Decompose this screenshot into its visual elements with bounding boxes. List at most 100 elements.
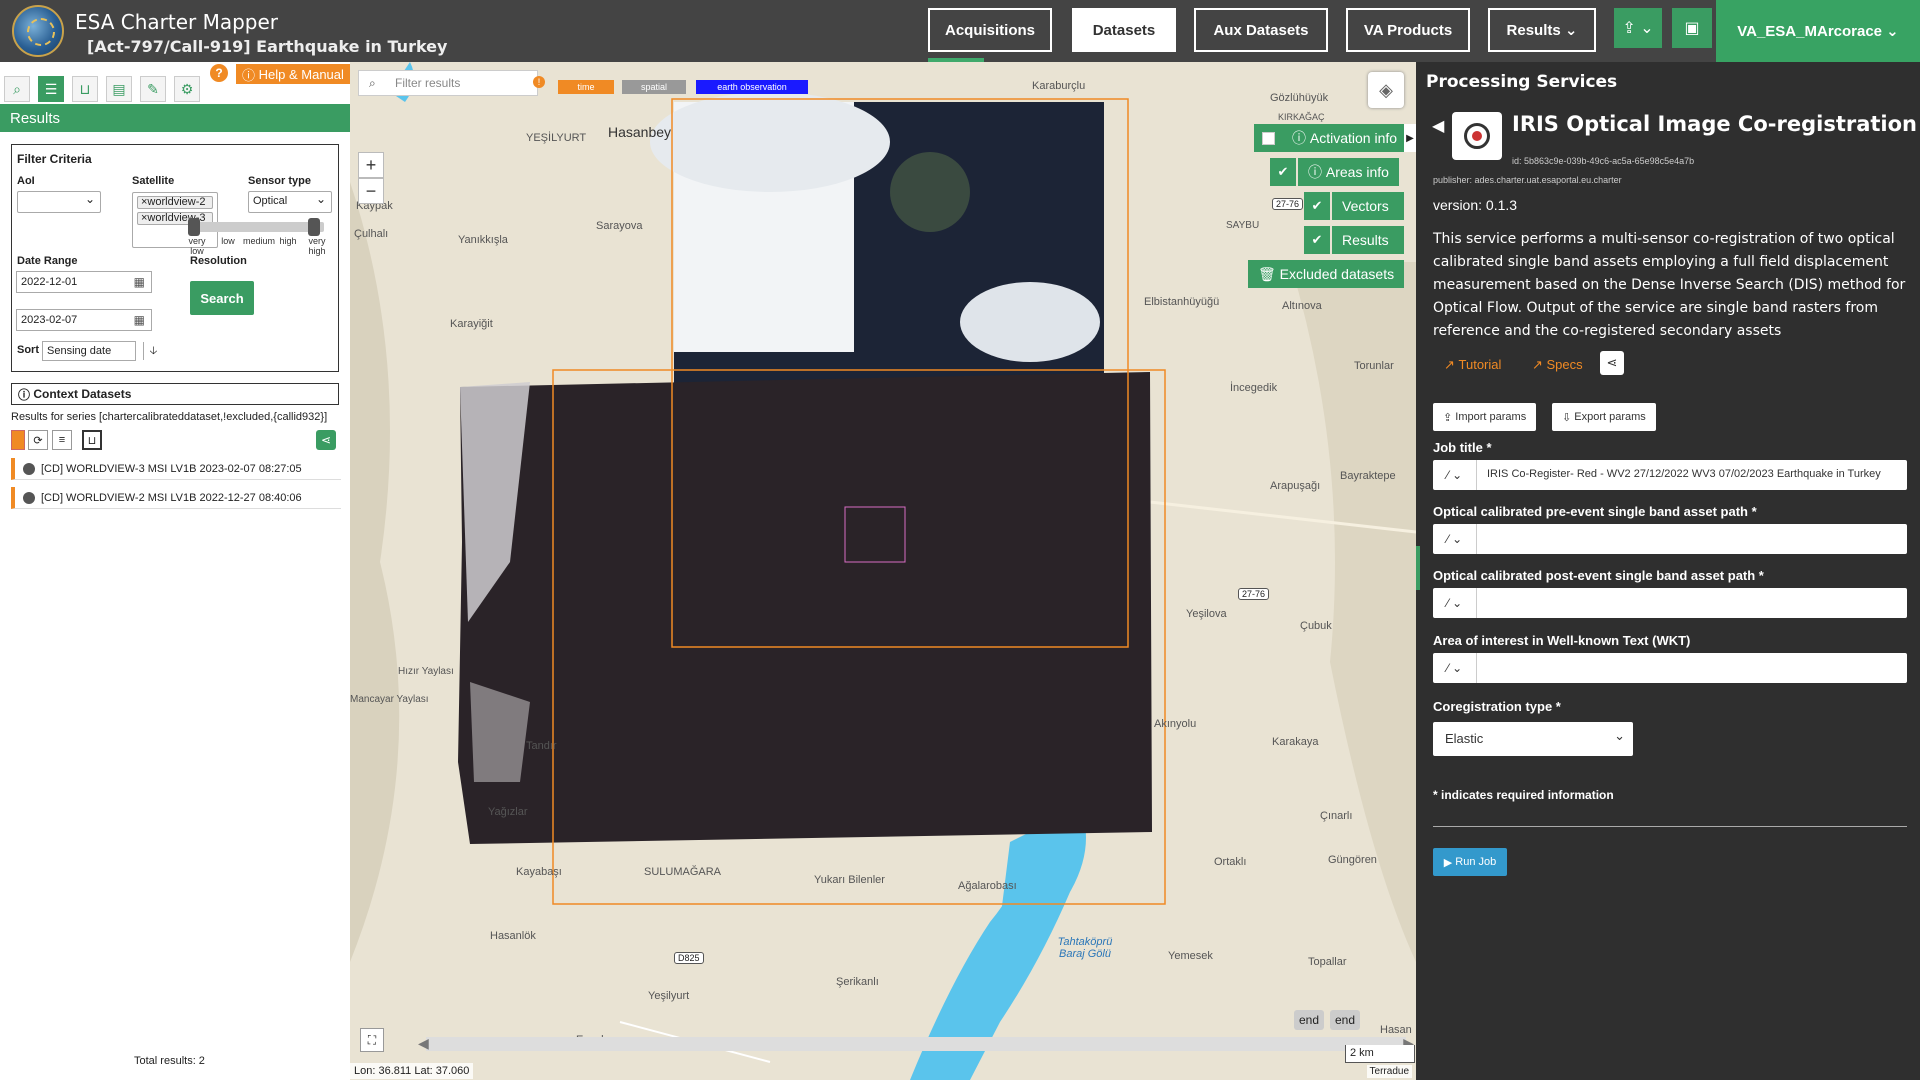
place-label: Hasanlök bbox=[490, 930, 536, 942]
magic-wand-icon[interactable]: ⁄ ⌄ bbox=[1433, 524, 1477, 554]
results-check-icon[interactable]: ✔ bbox=[1304, 226, 1330, 254]
add-to-basket-icon[interactable]: ⊔ bbox=[82, 430, 102, 450]
coregistration-type-select[interactable]: Elastic bbox=[1433, 722, 1633, 756]
download-icon: ⇩ bbox=[1562, 411, 1575, 424]
sort-direction-icon[interactable]: 🡣 bbox=[143, 342, 163, 360]
list-item[interactable]: [CD] WORLDVIEW-2 MSI LV1B 2022-12-27 08:… bbox=[11, 487, 341, 509]
upload-icon[interactable]: ⇪ ⌄ bbox=[1614, 8, 1662, 48]
info-icon: ⓘ bbox=[1292, 130, 1310, 146]
date-from-input[interactable]: 2022-12-01 ▦ bbox=[16, 271, 152, 293]
nav-acquisitions[interactable]: Acquisitions bbox=[928, 8, 1052, 52]
zoom-in-button[interactable]: + bbox=[358, 152, 384, 178]
timeline-bar[interactable]: ◀ ▶ bbox=[418, 1035, 1414, 1051]
play-icon: ▶ bbox=[1443, 856, 1456, 869]
activation-info-checkbox[interactable] bbox=[1254, 124, 1282, 152]
magic-wand-icon[interactable]: ⁄ ⌄ bbox=[1433, 460, 1477, 490]
app-title: ESA Charter Mapper bbox=[75, 10, 279, 34]
share-icon[interactable]: ⋖ bbox=[316, 430, 336, 450]
user-menu[interactable]: VA_ESA_MArcorace ⌄ bbox=[1716, 0, 1920, 62]
tutorial-link[interactable]: ↗ Tutorial bbox=[1444, 357, 1501, 373]
pre-event-input[interactable]: ⁄ ⌄ bbox=[1433, 524, 1907, 554]
archive-icon[interactable]: ▤ bbox=[106, 76, 132, 102]
timeline-end-marker[interactable]: end bbox=[1330, 1010, 1361, 1030]
tag-earth-observation[interactable]: earth observation bbox=[696, 80, 808, 94]
resolution-slider[interactable] bbox=[188, 218, 324, 236]
areas-info-button[interactable]: ⓘ Areas info bbox=[1298, 158, 1399, 186]
place-label: Torunlar bbox=[1354, 360, 1394, 372]
magic-wand-icon[interactable]: ⁄ ⌄ bbox=[1433, 653, 1477, 683]
date-from-value: 2022-12-01 bbox=[21, 276, 78, 288]
attribution: Terradue bbox=[1366, 1065, 1412, 1078]
magic-wand-icon[interactable]: ⁄ ⌄ bbox=[1433, 588, 1477, 618]
activation-info-button[interactable]: ⓘ Activation info bbox=[1282, 124, 1408, 152]
post-event-input[interactable]: ⁄ ⌄ bbox=[1433, 588, 1907, 618]
specs-link[interactable]: ↗ Specs bbox=[1532, 357, 1583, 373]
place-label: Hızır Yaylası bbox=[398, 666, 454, 677]
coregistration-type-label: Coregistration type * bbox=[1433, 699, 1561, 714]
info-icon: ⓘ bbox=[18, 387, 34, 402]
wkt-label: Area of interest in Well-known Text (WKT… bbox=[1433, 633, 1691, 648]
areas-info-label: Areas info bbox=[1325, 164, 1389, 180]
vectors-check-icon[interactable]: ✔ bbox=[1304, 192, 1330, 220]
date-to-input[interactable]: 2023-02-07 ▦ bbox=[16, 309, 152, 331]
map-view[interactable]: Karaburçlu Gözlühüyük Hasanbey YEŞİLYURT… bbox=[350, 62, 1416, 1080]
calendar-icon[interactable]: ▦ bbox=[134, 313, 145, 327]
filter-results-input[interactable]: ⌕ Filter results bbox=[358, 70, 538, 96]
sensor-type-select[interactable]: Optical bbox=[248, 191, 332, 213]
basket-icon[interactable]: ⊔ bbox=[72, 76, 98, 102]
place-label: Ortaklı bbox=[1214, 856, 1247, 868]
layers-icon[interactable]: ◈ bbox=[1368, 72, 1404, 108]
share-icon[interactable]: ⋖ bbox=[1600, 351, 1624, 375]
place-label: Elbistanhüyüğü bbox=[1144, 296, 1220, 308]
external-link-icon: ↗ bbox=[1444, 357, 1459, 372]
total-results: Total results: 2 bbox=[134, 1055, 205, 1067]
specs-label: Specs bbox=[1546, 357, 1583, 372]
list-icon[interactable]: ☰ bbox=[38, 76, 64, 102]
nav-va-products[interactable]: VA Products bbox=[1346, 8, 1470, 52]
resolution-max-handle[interactable] bbox=[308, 218, 320, 236]
satellite-tag-worldview-2[interactable]: ×worldview-2 bbox=[137, 196, 213, 209]
timeline-left-icon[interactable]: ◀ bbox=[418, 1035, 429, 1052]
list-item[interactable]: [CD] WORLDVIEW-3 MSI LV1B 2023-02-07 08:… bbox=[11, 458, 341, 480]
context-datasets-title: Context Datasets bbox=[33, 387, 132, 401]
context-datasets-header[interactable]: ⓘ Context Datasets bbox=[11, 383, 339, 405]
results-header: Results bbox=[0, 104, 350, 132]
zoom-out-button[interactable]: − bbox=[358, 178, 384, 204]
nav-datasets[interactable]: Datasets bbox=[1072, 8, 1176, 52]
pencil-icon[interactable]: ✎ bbox=[140, 76, 166, 102]
job-title-input[interactable]: ⁄ ⌄ IRIS Co-Register- Red - WV2 27/12/202… bbox=[1433, 460, 1907, 490]
expand-right-icon[interactable]: ▶ bbox=[1404, 124, 1416, 152]
list-view-icon[interactable]: ≡ bbox=[52, 430, 72, 450]
nav-aux-datasets[interactable]: Aux Datasets bbox=[1194, 8, 1328, 52]
export-params-button[interactable]: ⇩ Export params bbox=[1552, 403, 1656, 431]
service-name: IRIS Optical Image Co-registration bbox=[1512, 112, 1917, 136]
wkt-input[interactable]: ⁄ ⌄ bbox=[1433, 653, 1907, 683]
activation-info-label: Activation info bbox=[1309, 130, 1398, 146]
areas-info-check-icon[interactable]: ✔ bbox=[1270, 158, 1296, 186]
gear-icon[interactable]: ⚙ bbox=[174, 76, 200, 102]
calendar-icon[interactable]: ▦ bbox=[134, 275, 145, 289]
run-job-button[interactable]: ▶ Run Job bbox=[1433, 848, 1507, 876]
resolution-min-handle[interactable] bbox=[188, 218, 200, 236]
results-button[interactable]: Results bbox=[1332, 226, 1404, 254]
help-manual-button[interactable]: ⓘ Help & Manual bbox=[236, 64, 350, 84]
nav-results[interactable]: Results ⌄ bbox=[1488, 8, 1596, 52]
refresh-icon[interactable]: ⟳ bbox=[28, 430, 48, 450]
briefcase-icon[interactable]: ▣ bbox=[1672, 8, 1712, 48]
sort-select[interactable]: Sensing date 🡣 bbox=[42, 341, 157, 361]
question-icon[interactable]: ? bbox=[210, 64, 228, 82]
excluded-datasets-button[interactable]: 🗑 Excluded datasets bbox=[1248, 260, 1405, 288]
fullscreen-icon[interactable]: ⛶ bbox=[360, 1028, 384, 1052]
aoi-select[interactable] bbox=[17, 191, 101, 213]
tag-spatial[interactable]: spatial bbox=[622, 80, 686, 94]
search-icon[interactable]: ⌕ bbox=[4, 76, 30, 102]
place-label: Altınova bbox=[1282, 300, 1322, 312]
place-label: SAYBU bbox=[1226, 220, 1260, 231]
search-button[interactable]: Search bbox=[190, 281, 254, 315]
timeline-end-marker[interactable]: end bbox=[1294, 1010, 1325, 1030]
back-icon[interactable]: ◀ bbox=[1432, 116, 1444, 136]
tag-time[interactable]: time bbox=[558, 80, 614, 94]
select-all-checkbox[interactable] bbox=[11, 430, 25, 450]
vectors-button[interactable]: Vectors bbox=[1332, 192, 1404, 220]
import-params-button[interactable]: ⇪ Import params bbox=[1433, 403, 1537, 431]
